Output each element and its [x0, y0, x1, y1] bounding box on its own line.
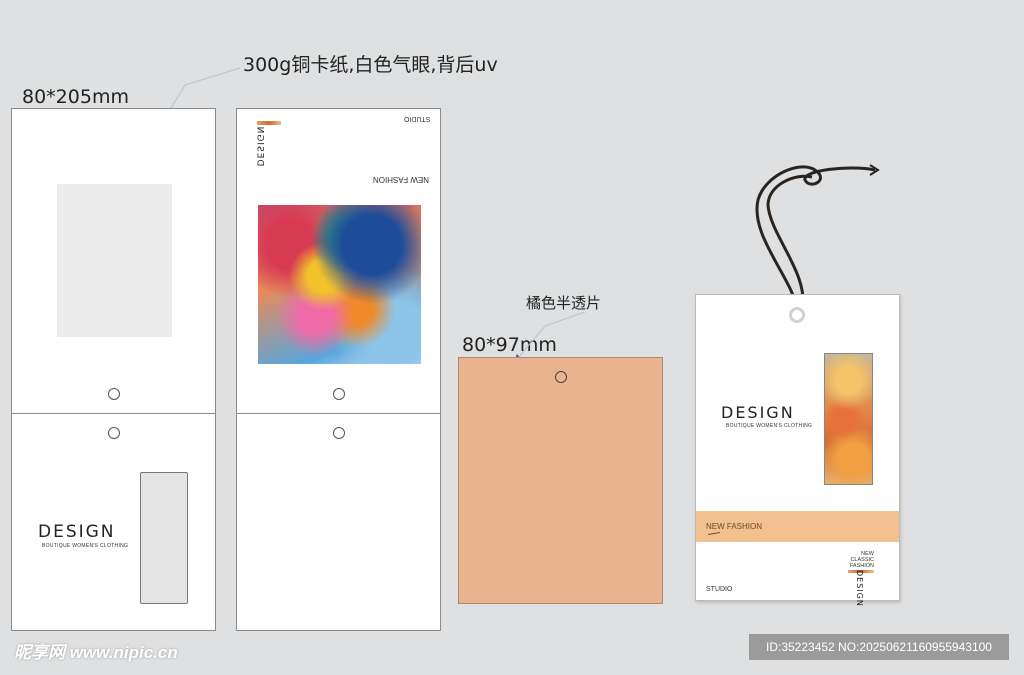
mirrored-brand: DESIGN: [254, 125, 265, 167]
window-artwork: [824, 353, 873, 485]
window-cutout: [140, 472, 188, 604]
brand-logo: DESIGN: [38, 522, 116, 542]
orange-band: NEW FASHION: [696, 511, 899, 542]
tag-flat-front: DESIGN BOUTIQUE WOMEN'S CLOTHING: [11, 108, 216, 631]
orange-translucent-sheet: [458, 357, 663, 604]
brand-tagline: BOUTIQUE WOMEN'S CLOTHING: [42, 543, 129, 549]
fold-line: [237, 413, 440, 414]
eyelet-hole: [108, 427, 120, 439]
canvas: { "annotations": { "material": "300g铜卡纸,…: [0, 0, 1024, 675]
color-strip: [257, 121, 281, 125]
brand-logo: DESIGN: [721, 403, 795, 422]
floral-artwork: [258, 205, 421, 364]
mirrored-studio: STUDIO: [404, 115, 431, 122]
eyelet-hole: [333, 427, 345, 439]
id-watermark: ID:35223452 NO:20250621160955943100: [749, 634, 1009, 660]
accent-stroke: [708, 531, 720, 536]
fold-line: [12, 413, 215, 414]
site-watermark: 昵享网 www.nipic.cn: [14, 643, 178, 662]
word-fashion: FASHION: [849, 563, 874, 569]
eyelet-hole: [108, 388, 120, 400]
studio-text: STUDIO: [706, 586, 733, 593]
assembled-tag: DESIGN BOUTIQUE WOMEN'S CLOTHING NEW FAS…: [695, 294, 900, 607]
vertical-brand: DESIGN: [855, 570, 864, 607]
eyelet: [789, 307, 805, 323]
mirrored-new-fashion: NEW FASHION: [373, 175, 430, 184]
new-fashion-text: NEW FASHION: [706, 522, 763, 531]
eyelet-hole: [555, 371, 567, 383]
brand-tagline: BOUTIQUE WOMEN'S CLOTHING: [726, 423, 813, 429]
eyelet-hole: [333, 388, 345, 400]
photo-placeholder: [57, 184, 172, 337]
tag-flat-back: DESIGN STUDIO NEW FASHION: [236, 108, 441, 631]
mirrored-logo-block: DESIGN: [254, 121, 285, 169]
